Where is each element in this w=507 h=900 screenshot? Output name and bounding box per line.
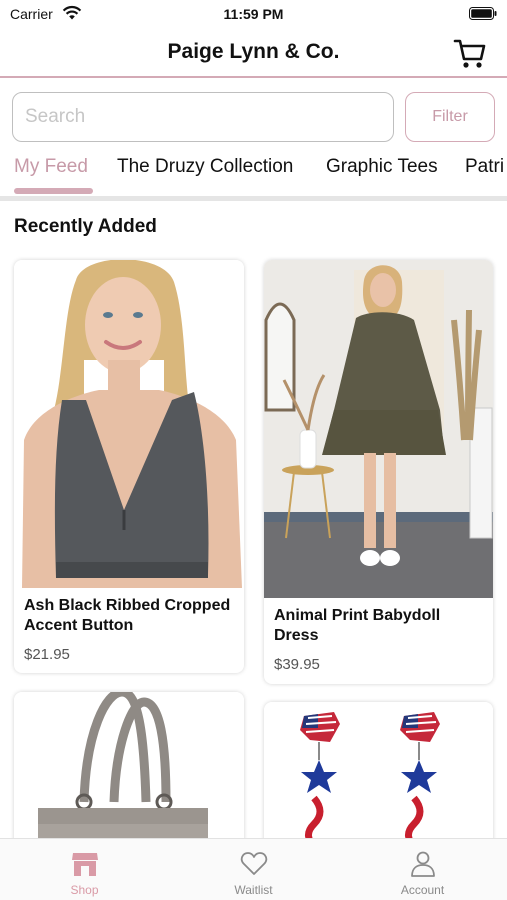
tab-shop-label: Shop bbox=[70, 883, 99, 897]
section-title: Recently Added bbox=[14, 216, 157, 237]
status-bar: Carrier 11:59 PM bbox=[0, 0, 507, 28]
heart-icon bbox=[240, 852, 268, 875]
active-tab-indicator bbox=[14, 188, 93, 194]
product-card[interactable]: Ash Black Ribbed Cropped Accent Button $… bbox=[14, 260, 244, 673]
product-card[interactable]: Animal Print Babydoll Dress $39.95 bbox=[264, 260, 493, 684]
tab-waitlist[interactable]: Waitlist bbox=[169, 839, 338, 900]
tab-druzy-collection[interactable]: The Druzy Collection bbox=[117, 156, 293, 178]
cart-icon[interactable] bbox=[453, 36, 487, 70]
search-row: Filter bbox=[12, 92, 496, 142]
tab-account-label: Account bbox=[400, 883, 445, 897]
tab-patri[interactable]: Patri bbox=[465, 156, 504, 178]
status-time: 11:59 PM bbox=[223, 6, 284, 22]
nav-bar: Paige Lynn & Co. bbox=[0, 28, 507, 78]
tab-waitlist-label: Waitlist bbox=[234, 883, 273, 897]
storefront-icon bbox=[72, 853, 98, 876]
tabs-divider bbox=[0, 196, 507, 201]
tab-my-feed[interactable]: My Feed bbox=[14, 156, 88, 178]
product-image bbox=[14, 260, 244, 588]
tab-account[interactable]: Account bbox=[338, 839, 507, 900]
product-name: Animal Print Babydoll Dress bbox=[274, 607, 441, 644]
battery-icon bbox=[469, 7, 497, 20]
product-name: Ash Black Ribbed Cropped Accent Button bbox=[24, 597, 231, 634]
product-price: $21.95 bbox=[24, 646, 70, 663]
filter-button[interactable]: Filter bbox=[405, 92, 495, 142]
search-input[interactable] bbox=[12, 92, 394, 142]
category-tabs: My Feed The Druzy Collection Graphic Tee… bbox=[0, 150, 507, 200]
product-price: $39.95 bbox=[274, 656, 320, 673]
person-icon bbox=[411, 851, 435, 877]
product-image bbox=[264, 260, 493, 598]
tab-shop[interactable]: Shop bbox=[0, 839, 169, 900]
store-title: Paige Lynn & Co. bbox=[167, 40, 340, 63]
tab-graphic-tees[interactable]: Graphic Tees bbox=[326, 156, 438, 178]
bottom-tab-bar: Shop Waitlist Account bbox=[0, 838, 507, 900]
